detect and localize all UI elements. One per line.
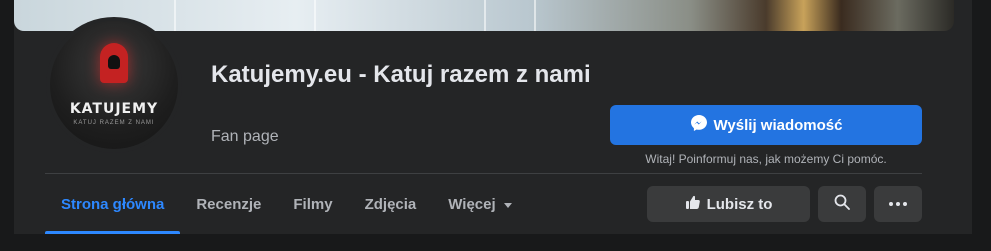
profile-picture[interactable]: KATUJEMY KATUJ RAZEM Z NAMI bbox=[46, 17, 182, 153]
hooded-figure-icon bbox=[100, 43, 128, 83]
profile-logo: KATUJEMY KATUJ RAZEM Z NAMI bbox=[50, 21, 178, 149]
logo-wordmark: KATUJEMY bbox=[69, 101, 159, 117]
tab-label: Filmy bbox=[293, 195, 333, 213]
send-message-label: Wyślij wiadomość bbox=[713, 116, 843, 134]
send-message-button[interactable]: Wyślij wiadomość bbox=[610, 105, 922, 145]
cover-photo[interactable] bbox=[14, 0, 954, 31]
thumbs-up-icon bbox=[685, 194, 701, 214]
caret-down-icon bbox=[503, 202, 512, 208]
like-button[interactable]: Lubisz to bbox=[647, 186, 810, 222]
tab-label: Strona główna bbox=[61, 195, 165, 213]
tab-photos[interactable]: Zdjęcia bbox=[349, 174, 433, 234]
tab-reviews[interactable]: Recenzje bbox=[180, 174, 277, 234]
tab-label: Zdjęcia bbox=[364, 195, 417, 213]
tab-home[interactable]: Strona główna bbox=[45, 174, 181, 234]
more-options-button[interactable] bbox=[874, 186, 922, 222]
tab-label: Więcej bbox=[448, 195, 496, 213]
page-title: Katujemy.eu - Katuj razem z nami bbox=[211, 61, 591, 88]
search-button[interactable] bbox=[818, 186, 866, 222]
search-icon bbox=[834, 194, 850, 214]
page-tabs: Strona główna Recenzje Filmy Zdjęcia Wię… bbox=[45, 174, 528, 234]
more-icon bbox=[889, 202, 907, 206]
tab-videos[interactable]: Filmy bbox=[277, 174, 348, 234]
logo-tagline: KATUJ RAZEM Z NAMI bbox=[73, 120, 155, 126]
page-category: Fan page bbox=[211, 128, 279, 145]
tab-label: Recenzje bbox=[196, 195, 262, 213]
messenger-icon bbox=[690, 114, 708, 136]
message-hint: Witaj! Poinformuj nas, jak możemy Ci pom… bbox=[645, 152, 887, 166]
tab-more[interactable]: Więcej bbox=[432, 174, 527, 234]
like-label: Lubisz to bbox=[706, 195, 773, 213]
